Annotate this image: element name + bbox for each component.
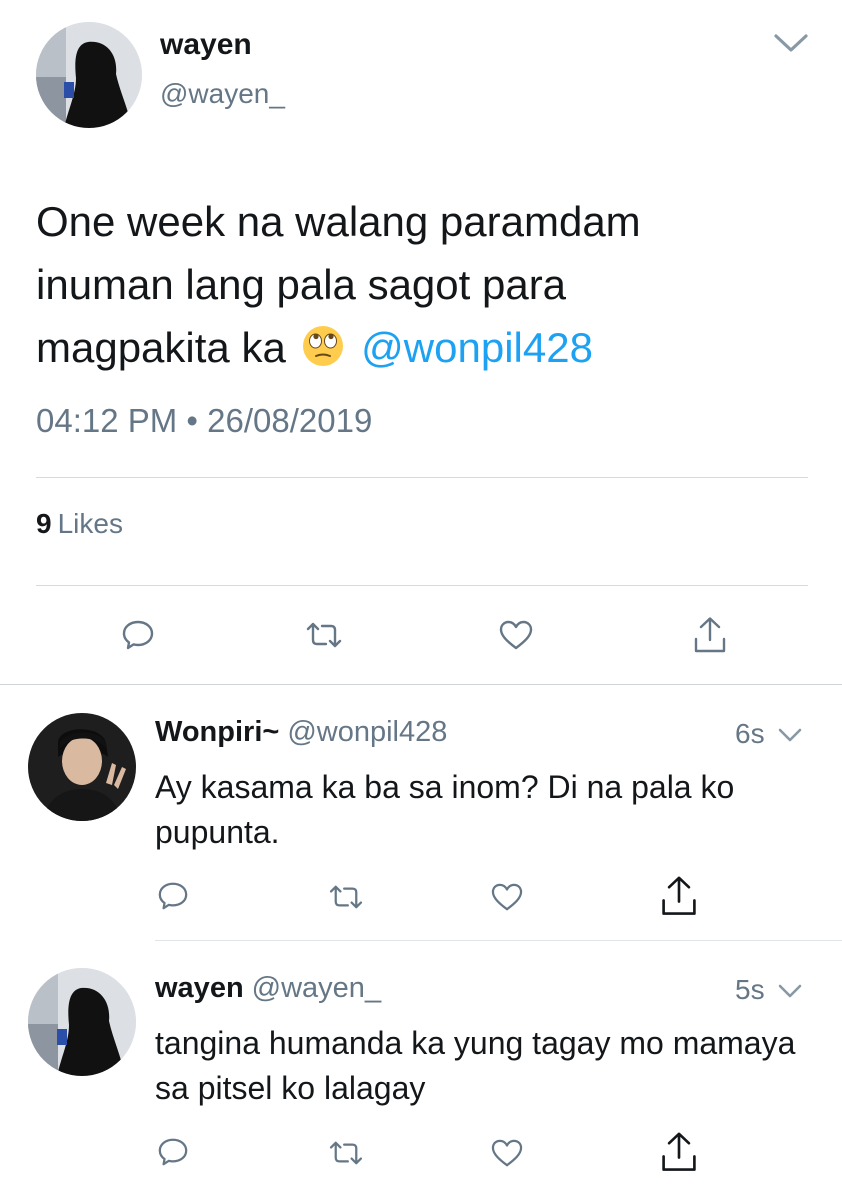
reply-tweet[interactable]: wayen @wayen_ 5s tangina humanda ka yung … xyxy=(0,941,842,1200)
reply-button[interactable] xyxy=(112,612,164,658)
tweet-text-line: inuman lang pala sagot para xyxy=(36,261,567,308)
heart-icon xyxy=(491,883,523,911)
retweet-icon xyxy=(306,622,342,648)
divider xyxy=(36,477,808,478)
reply-text: tangina humanda ka yung tagay mo mamaya … xyxy=(155,1025,796,1106)
tweet-text-fragment: magpakita ka xyxy=(36,324,286,371)
tweet-text-line: One week na walang paramdam xyxy=(36,198,641,245)
share-icon xyxy=(662,876,696,915)
like-button[interactable] xyxy=(484,877,530,917)
share-button[interactable] xyxy=(686,610,734,660)
author-handle[interactable]: @wonpil428 xyxy=(287,716,447,748)
chevron-down-icon[interactable] xyxy=(770,28,812,58)
reply-icon xyxy=(122,620,154,650)
avatar[interactable] xyxy=(28,968,136,1076)
share-button[interactable] xyxy=(652,871,706,921)
avatar[interactable] xyxy=(28,713,136,821)
likes-link[interactable]: 9 Likes xyxy=(36,508,123,540)
chevron-down-icon[interactable] xyxy=(776,725,804,745)
author-name[interactable]: wayen xyxy=(160,28,252,62)
retweet-button[interactable] xyxy=(296,612,352,658)
likes-count: 9 xyxy=(36,508,52,539)
divider xyxy=(36,585,808,586)
reply-header: wayen @wayen_ xyxy=(155,972,381,1005)
reply-button[interactable] xyxy=(150,1131,196,1173)
author-name[interactable]: wayen xyxy=(155,972,244,1004)
tweet-timestamp[interactable]: 04:12 PM • 26/08/2019 xyxy=(36,402,372,440)
heart-icon xyxy=(499,620,533,650)
share-icon xyxy=(694,617,726,653)
reply-header: Wonpiri~ @wonpil428 xyxy=(155,716,447,749)
main-tweet: wayen @wayen_ One week na walang paramda… xyxy=(0,0,842,684)
like-button[interactable] xyxy=(484,1133,530,1173)
author-handle[interactable]: @wayen_ xyxy=(160,78,285,110)
reply-text: Ay kasama ka ba sa inom? Di na pala ko p… xyxy=(155,769,735,850)
author-handle[interactable]: @wayen_ xyxy=(252,972,381,1004)
reply-button[interactable] xyxy=(150,875,196,917)
retweet-icon xyxy=(329,1141,363,1165)
heart-icon xyxy=(491,1139,523,1167)
reply-time[interactable]: 5s xyxy=(735,974,765,1006)
share-icon xyxy=(662,1132,696,1171)
rolling-eyes-emoji-icon xyxy=(301,322,345,366)
chevron-down-icon[interactable] xyxy=(776,981,804,1001)
reply-tweet[interactable]: Wonpiri~ @wonpil428 6s Ay kasama ka ba sa… xyxy=(0,685,842,940)
retweet-button[interactable] xyxy=(322,1133,370,1173)
reply-icon xyxy=(158,1138,188,1166)
tweet-text-line: magpakita ka @wonpil428 xyxy=(36,316,796,379)
retweet-icon xyxy=(329,885,363,909)
author-name[interactable]: Wonpiri~ xyxy=(155,716,279,748)
likes-label: Likes xyxy=(57,508,123,539)
tweet-text: One week na walang paramdam inuman lang … xyxy=(36,190,796,379)
retweet-button[interactable] xyxy=(322,877,370,917)
avatar[interactable] xyxy=(36,22,142,128)
reply-time[interactable]: 6s xyxy=(735,718,765,750)
mention-link[interactable]: @wonpil428 xyxy=(361,324,593,371)
like-button[interactable] xyxy=(490,612,542,658)
reply-icon xyxy=(158,882,188,910)
share-button[interactable] xyxy=(652,1127,706,1177)
